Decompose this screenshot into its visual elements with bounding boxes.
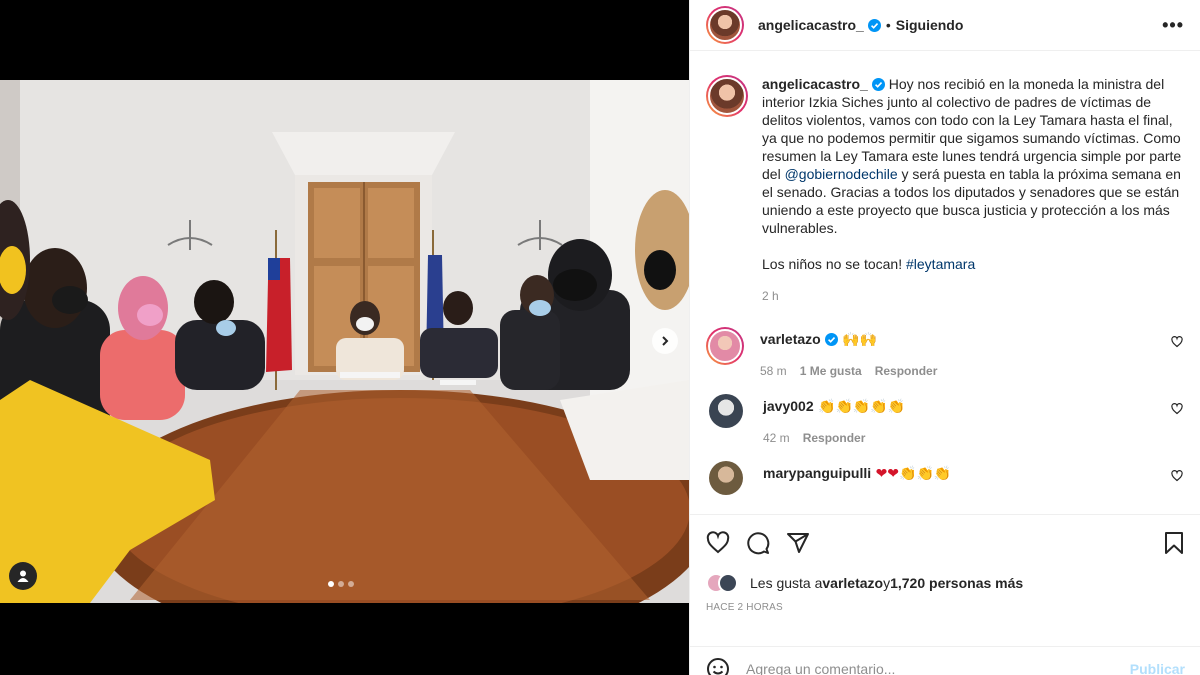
comment-likes-count[interactable]: 1 Me gusta <box>800 362 862 380</box>
post-timestamp[interactable]: HACE 2 HORAS <box>690 602 1200 613</box>
post-caption: angelicacastro_ Hoy nos recibió en la mo… <box>706 52 1185 305</box>
commenter-avatar[interactable] <box>706 327 744 365</box>
carousel-indicator <box>328 581 354 587</box>
bookmark-icon <box>1165 532 1183 554</box>
post-header: angelicacastro_ • Siguiendo ••• <box>690 0 1200 51</box>
comment-text: 👏👏👏👏👏 <box>813 399 906 415</box>
reply-button[interactable]: Responder <box>875 362 938 380</box>
comment-button[interactable] <box>746 531 770 555</box>
liker-username[interactable]: varletazo <box>822 575 883 591</box>
comment-item: marypanguipulli ❤❤👏👏👏 <box>706 461 1185 495</box>
share-icon <box>787 533 809 553</box>
chevron-right-icon <box>662 336 669 346</box>
commenter-username[interactable]: marypanguipulli <box>763 465 871 481</box>
like-button[interactable] <box>706 531 730 555</box>
more-options-icon[interactable]: ••• <box>1162 15 1184 36</box>
emoji-button[interactable] <box>706 657 730 675</box>
likes-prefix: Les gusta a <box>750 575 823 591</box>
comment-time[interactable]: 58 m <box>760 362 787 380</box>
carousel-dot <box>328 581 334 587</box>
comment-icon <box>747 532 770 555</box>
post-photo[interactable] <box>0 80 689 603</box>
save-button[interactable] <box>1163 531 1185 555</box>
liker-avatars[interactable] <box>706 573 738 593</box>
caption-text: angelicacastro_ Hoy nos recibió en la mo… <box>762 75 1185 237</box>
share-button[interactable] <box>786 531 810 555</box>
comment-time[interactable]: 42 m <box>763 429 790 447</box>
likes-middle: y <box>883 575 891 591</box>
comment-item: javy002 👏👏👏👏👏 42 m Responder <box>706 394 1185 447</box>
comment-composer: Publicar <box>690 646 1200 675</box>
separator-dot: • <box>885 17 891 33</box>
heart-icon[interactable] <box>1171 336 1183 348</box>
carousel-dot <box>348 581 354 587</box>
comment-text: ❤❤👏👏👏 <box>871 466 952 482</box>
verified-icon <box>824 333 838 346</box>
publish-button[interactable]: Publicar <box>1130 661 1185 675</box>
carousel-dot <box>338 581 344 587</box>
caption-closing-text: Los niños no se tocan! <box>762 256 906 272</box>
reply-button[interactable]: Responder <box>803 429 866 447</box>
hashtag-link[interactable]: #leytamara <box>906 256 975 272</box>
post-actions: Les gusta a varletazo y 1,720 personas m… <box>690 514 1200 613</box>
carousel-next-button[interactable] <box>652 328 678 354</box>
commenter-username[interactable]: javy002 <box>763 398 814 414</box>
author-avatar[interactable] <box>706 6 744 44</box>
heart-icon[interactable] <box>1171 403 1183 415</box>
mention-link[interactable]: @gobiernodechile <box>785 166 898 182</box>
author-avatar[interactable] <box>706 75 748 117</box>
tagged-users-button[interactable] <box>9 562 37 590</box>
comments-list[interactable]: angelicacastro_ Hoy nos recibió en la mo… <box>690 52 1200 514</box>
likes-summary: Les gusta a varletazo y 1,720 personas m… <box>690 573 1200 593</box>
comment-input[interactable] <box>746 660 1130 675</box>
author-username[interactable]: angelicacastro_ <box>758 17 864 33</box>
verified-icon <box>871 78 885 91</box>
caption-closing: Los niños no se tocan! #leytamara <box>762 255 1185 273</box>
caption-time: 2 h <box>762 289 779 303</box>
comment-text: 🙌🙌 <box>837 332 878 348</box>
emoji-icon <box>707 657 729 675</box>
likes-count[interactable]: 1,720 personas más <box>890 575 1023 591</box>
heart-icon[interactable] <box>1171 470 1183 482</box>
comment-item: varletazo 🙌🙌 58 m 1 Me gusta Responder <box>706 327 1185 380</box>
commenter-username[interactable]: varletazo <box>760 331 821 347</box>
user-tag-icon <box>17 570 29 582</box>
caption-author[interactable]: angelicacastro_ <box>762 76 868 92</box>
heart-icon <box>706 531 730 554</box>
post-media <box>0 0 689 675</box>
commenter-avatar[interactable] <box>709 461 743 495</box>
verified-icon <box>867 18 881 32</box>
commenter-avatar[interactable] <box>709 394 743 428</box>
post-panel: angelicacastro_ • Siguiendo ••• angelica… <box>689 0 1200 675</box>
following-button[interactable]: Siguiendo <box>896 17 964 33</box>
